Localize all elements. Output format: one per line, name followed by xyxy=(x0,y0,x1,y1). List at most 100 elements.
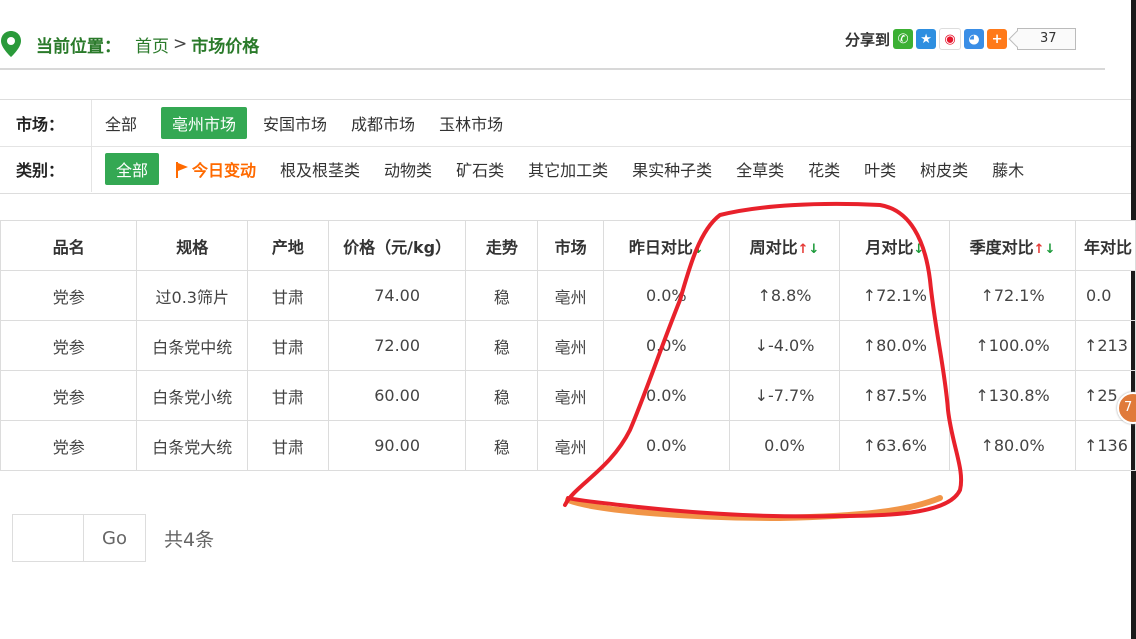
cell-origin: 甘肃 xyxy=(247,320,329,371)
column-header-day[interactable]: 昨日对比↓ xyxy=(603,220,730,271)
category-option-all[interactable]: 全部 xyxy=(105,153,160,185)
column-header-month-label: 月对比 xyxy=(865,237,914,257)
breadcrumb-home-link[interactable]: 首页 xyxy=(135,32,169,57)
column-header-name[interactable]: 品名 xyxy=(0,220,138,271)
page-number-input[interactable] xyxy=(12,514,84,562)
category-option-roots[interactable]: 根及根茎类 xyxy=(280,154,360,184)
cell-trend: 稳 xyxy=(465,420,539,471)
column-header-price[interactable]: 价格（元/kg） xyxy=(327,220,467,271)
header-divider xyxy=(0,68,1105,70)
category-option-whole-herb[interactable]: 全草类 xyxy=(736,154,784,184)
cell-day-change: 0.0% xyxy=(603,270,730,321)
go-button[interactable]: Go xyxy=(84,514,146,562)
market-option-anguo[interactable]: 安国市场 xyxy=(263,108,327,138)
cell-month-change: ↑63.6% xyxy=(839,420,951,471)
category-option-mineral[interactable]: 矿石类 xyxy=(456,154,504,184)
column-header-quarter-label: 季度对比 xyxy=(969,237,1034,257)
pagination: Go 共4条 xyxy=(12,514,214,562)
cell-quarter-change: ↑100.0% xyxy=(949,320,1076,371)
sort-down-icon[interactable]: ↓ xyxy=(809,242,820,257)
column-header-day-label: 昨日对比 xyxy=(628,237,693,257)
table-header-row: 品名 规格 产地 价格（元/kg） 走势 市场 昨日对比↓ 周对比↑↓ 月对比↓… xyxy=(0,220,1136,271)
more-share-icon[interactable]: + xyxy=(987,29,1008,49)
share-bar: 分享到 ✆ ★ ◉ ◕ + 37 xyxy=(845,28,1076,50)
column-header-year[interactable]: 年对比 xyxy=(1074,220,1136,271)
price-table: 品名 规格 产地 价格（元/kg） 走势 市场 昨日对比↓ 周对比↑↓ 月对比↓… xyxy=(0,220,1136,471)
cell-name: 党参 xyxy=(0,420,138,471)
category-option-vine[interactable]: 藤木 xyxy=(992,154,1024,184)
category-option-today-label: 今日变动 xyxy=(192,161,257,180)
column-header-week-label: 周对比 xyxy=(749,237,798,257)
cell-day-change: 0.0% xyxy=(603,420,730,471)
market-option-yulin[interactable]: 玉林市场 xyxy=(439,108,503,138)
column-header-origin[interactable]: 产地 xyxy=(247,220,329,271)
sort-down-icon[interactable]: ↓ xyxy=(1045,242,1056,257)
cell-origin: 甘肃 xyxy=(247,370,329,421)
cell-name: 党参 xyxy=(0,320,138,371)
share-label: 分享到 xyxy=(845,30,891,49)
category-option-processed[interactable]: 其它加工类 xyxy=(528,154,608,184)
cell-origin: 甘肃 xyxy=(247,420,329,471)
cell-trend: 稳 xyxy=(465,370,539,421)
cell-week-change: 0.0% xyxy=(728,420,841,471)
breadcrumb: 当前位置： 首页 > 市场价格 xyxy=(0,28,259,60)
cell-price: 60.00 xyxy=(327,370,467,421)
total-count: 共4条 xyxy=(164,528,215,551)
market-option-chengdu[interactable]: 成都市场 xyxy=(351,108,415,138)
column-header-month[interactable]: 月对比↓ xyxy=(839,220,951,271)
cell-month-change: ↑87.5% xyxy=(839,370,951,421)
sort-up-icon[interactable]: ↑ xyxy=(1034,242,1045,257)
market-option-bozhou[interactable]: 亳州市场 xyxy=(161,107,248,139)
cell-market: 亳州 xyxy=(537,320,604,371)
share-count: 37 xyxy=(1017,28,1076,50)
market-option-all[interactable]: 全部 xyxy=(105,108,137,138)
category-filter-row: 类别： 全部 今日变动 根及根茎类 动物类 矿石类 其它加工类 果实种子类 全草… xyxy=(0,146,1131,192)
cell-market: 亳州 xyxy=(537,370,604,421)
sort-down-icon[interactable]: ↓ xyxy=(693,242,704,257)
sort-down-icon[interactable]: ↓ xyxy=(913,242,924,257)
cell-spec: 白条党小统 xyxy=(136,370,249,421)
cell-year-change: ↑136 xyxy=(1074,420,1136,471)
cell-spec: 白条党中统 xyxy=(136,320,249,371)
breadcrumb-label: 当前位置： xyxy=(36,36,121,57)
breadcrumb-separator: > xyxy=(173,34,188,54)
weibo-icon[interactable]: ◉ xyxy=(939,28,962,50)
category-option-bark[interactable]: 树皮类 xyxy=(920,154,968,184)
sort-up-icon[interactable]: ↑ xyxy=(798,242,809,257)
cell-quarter-change: ↑130.8% xyxy=(949,370,1076,421)
wechat-icon[interactable]: ✆ xyxy=(893,29,914,49)
cell-spec: 过0.3筛片 xyxy=(136,270,249,321)
column-header-quarter[interactable]: 季度对比↑↓ xyxy=(949,220,1076,271)
cell-year-change: 0.0 xyxy=(1074,270,1136,321)
column-header-trend[interactable]: 走势 xyxy=(465,220,539,271)
location-pin-icon xyxy=(1,31,21,57)
category-option-flower[interactable]: 花类 xyxy=(808,154,840,184)
breadcrumb-current: 市场价格 xyxy=(191,36,260,57)
category-option-fruit-seed[interactable]: 果实种子类 xyxy=(632,154,712,184)
table-row: 党参 白条党小统 甘肃 60.00 稳 亳州 0.0% ↓-7.7% ↑87.5… xyxy=(0,370,1136,421)
column-header-week[interactable]: 周对比↑↓ xyxy=(728,220,841,271)
cell-market: 亳州 xyxy=(537,420,604,471)
cell-week-change: ↑8.8% xyxy=(728,270,841,321)
cell-quarter-change: ↑72.1% xyxy=(949,270,1076,321)
column-header-market[interactable]: 市场 xyxy=(537,220,604,271)
flag-icon xyxy=(176,162,189,178)
category-option-today-changes[interactable]: 今日变动 xyxy=(175,154,256,184)
market-filter-label: 市场： xyxy=(0,100,92,146)
column-header-spec[interactable]: 规格 xyxy=(136,220,249,271)
cell-spec: 白条党大统 xyxy=(136,420,249,471)
cell-week-change: ↓-7.7% xyxy=(728,370,841,421)
table-row: 党参 过0.3筛片 甘肃 74.00 稳 亳州 0.0% ↑8.8% ↑72.1… xyxy=(0,270,1136,321)
table-row: 党参 白条党大统 甘肃 90.00 稳 亳州 0.0% 0.0% ↑63.6% … xyxy=(0,420,1136,471)
cell-month-change: ↑80.0% xyxy=(839,320,951,371)
cell-week-change: ↓-4.0% xyxy=(728,320,841,371)
qq-icon[interactable]: ◕ xyxy=(964,29,985,49)
cell-day-change: 0.0% xyxy=(603,320,730,371)
cell-origin: 甘肃 xyxy=(247,270,329,321)
cell-trend: 稳 xyxy=(465,320,539,371)
filter-panel: 市场： 全部 亳州市场 安国市场 成都市场 玉林市场 类别： 全部 今日变动 根… xyxy=(0,99,1131,194)
category-option-leaf[interactable]: 叶类 xyxy=(864,154,896,184)
cell-price: 74.00 xyxy=(327,270,467,321)
category-option-animal[interactable]: 动物类 xyxy=(384,154,432,184)
qzone-icon[interactable]: ★ xyxy=(916,29,937,49)
